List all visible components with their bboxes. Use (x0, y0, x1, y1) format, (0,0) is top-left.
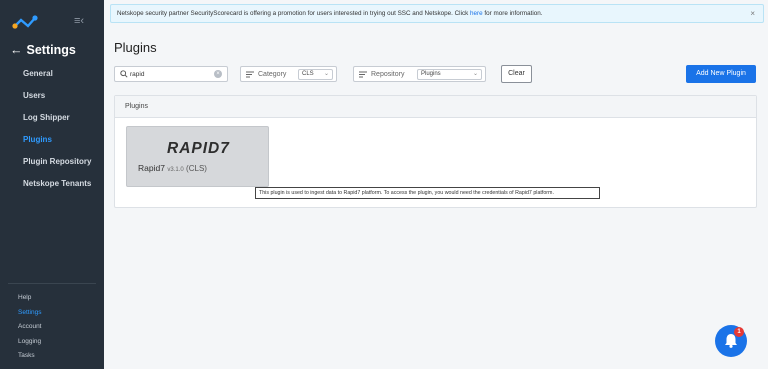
rapid7-plugin-card[interactable]: RAPID7 Rapid7 v3.1.0 (CLS) (126, 126, 269, 187)
banner-text-end: for more information. (482, 10, 543, 17)
clear-filters-button[interactable]: Clear (501, 65, 532, 83)
banner-text-start: Netskope security partner SecurityScorec… (117, 10, 471, 17)
nav-item-plugins[interactable]: Plugins (0, 129, 104, 151)
settings-nav: General Users Log Shipper Plugins Plugin… (0, 63, 104, 195)
repository-filter[interactable]: Repository Plugins ⌄ (353, 66, 486, 82)
nav-item-general[interactable]: General (0, 63, 104, 85)
nav-item-log-shipper[interactable]: Log Shipper (0, 107, 104, 129)
bottom-nav-account[interactable]: Account (0, 320, 104, 335)
back-to-settings[interactable]: ← Settings (10, 43, 76, 57)
plugin-name: Rapid7 v3.1.0 (CLS) (138, 163, 207, 173)
search-icon (120, 70, 128, 78)
arrow-left-icon: ← (10, 43, 23, 57)
chevron-down-icon: ⌄ (472, 71, 478, 77)
search-input[interactable]: rapid × (114, 66, 228, 82)
bottom-nav-help[interactable]: Help (0, 291, 104, 306)
banner-link[interactable]: here (470, 10, 483, 17)
plugin-version: v3.1.0 (167, 167, 184, 173)
panel-header: Plugins (115, 96, 756, 118)
plugin-tooltip: This plugin is used to ingest data to Ra… (255, 187, 600, 199)
sidebar-divider (8, 283, 96, 284)
bottom-nav-tasks[interactable]: Tasks (0, 349, 104, 364)
category-filter[interactable]: Category CLS ⌄ (240, 66, 337, 82)
search-value: rapid (130, 70, 145, 78)
sidebar: ≡‹ ← Settings General Users Log Shipper P… (0, 0, 104, 369)
promo-banner: Netskope security partner SecurityScorec… (110, 4, 764, 23)
nav-item-users[interactable]: Users (0, 85, 104, 107)
nav-item-plugin-repository[interactable]: Plugin Repository (0, 151, 104, 173)
filter-icon (246, 71, 254, 78)
category-select[interactable]: CLS ⌄ (298, 69, 333, 80)
rapid7-logo: RAPID7 (167, 140, 230, 155)
netskope-logo-icon[interactable] (12, 14, 38, 30)
repository-value: Plugins (421, 71, 441, 77)
svg-text:RAPID7: RAPID7 (167, 140, 230, 155)
notifications-button[interactable]: 1 (715, 325, 747, 357)
add-new-plugin-button[interactable]: Add New Plugin (686, 65, 756, 83)
plugin-title: Rapid7 (138, 163, 165, 173)
settings-heading: Settings (26, 43, 76, 57)
page-title: Plugins (114, 40, 157, 55)
collapse-menu-icon[interactable]: ≡‹ (74, 15, 84, 27)
banner-close-icon[interactable]: × (750, 5, 755, 22)
category-label: Category (258, 70, 287, 78)
clear-search-icon[interactable]: × (214, 69, 222, 78)
bottom-nav-logging[interactable]: Logging (0, 335, 104, 350)
category-value: CLS (302, 71, 314, 77)
repository-label: Repository (371, 70, 405, 78)
filter-icon (359, 71, 367, 78)
repository-select[interactable]: Plugins ⌄ (417, 69, 482, 80)
nav-item-netskope-tenants[interactable]: Netskope Tenants (0, 173, 104, 195)
bottom-nav: Help Settings Account Logging Tasks (0, 291, 104, 364)
bottom-nav-settings[interactable]: Settings (0, 306, 104, 321)
notification-badge: 1 (734, 327, 744, 337)
plugin-category-tag: (CLS) (186, 164, 207, 173)
chevron-down-icon: ⌄ (323, 71, 329, 77)
